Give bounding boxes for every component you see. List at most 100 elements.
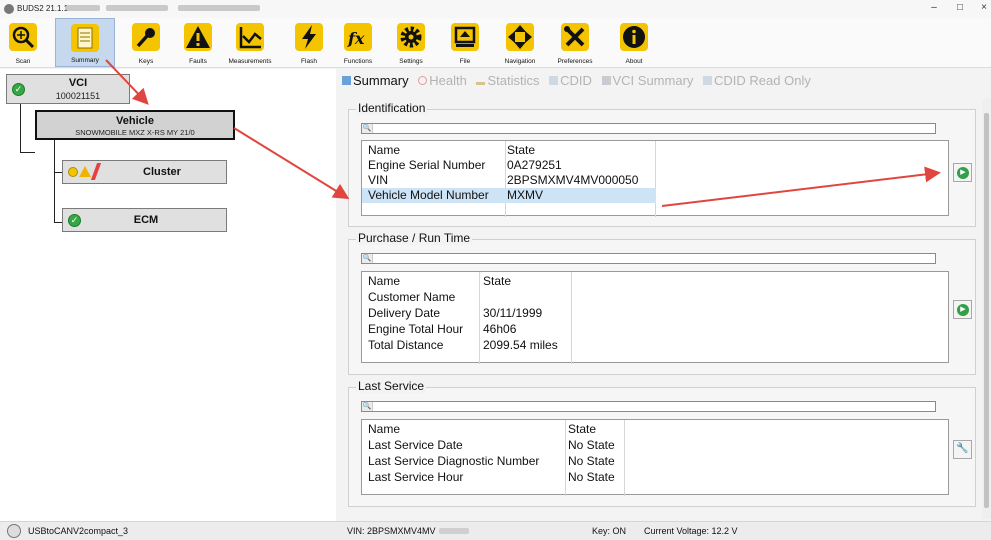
section-title: Identification bbox=[356, 101, 428, 115]
ok-status-icon: ✓ bbox=[12, 83, 25, 96]
title-bar: BUDS2 21.1.1 – □ × bbox=[0, 0, 991, 18]
last-service-section: Last Service 🔍 Name State Last Service D… bbox=[348, 379, 976, 507]
table-row[interactable]: Last Service Date No State bbox=[362, 438, 948, 453]
gear-icon bbox=[396, 22, 426, 52]
toolbar-scan-button[interactable]: Scan bbox=[6, 18, 40, 67]
navigation-icon bbox=[505, 22, 535, 52]
toolbar-navigation-button[interactable]: Navigation bbox=[498, 18, 542, 67]
tree-connector bbox=[20, 152, 35, 153]
tab-summary[interactable]: Summary bbox=[342, 73, 409, 88]
table-row[interactable]: Last Service Diagnostic Number No State bbox=[362, 454, 948, 469]
tree-connector bbox=[54, 172, 62, 173]
toolbar: Scan Summary Keys Faults Measurements Fl… bbox=[0, 18, 991, 68]
toolbar-preferences-button[interactable]: Preferences bbox=[551, 18, 599, 67]
identification-go-button[interactable]: ▶ bbox=[953, 163, 972, 182]
tab-health[interactable]: Health bbox=[418, 73, 467, 88]
identification-grid: Name State Engine Serial Number 0A279251… bbox=[361, 140, 949, 217]
summary-icon bbox=[70, 23, 100, 53]
status-bar: USBtoCANV2compact_3 VIN: 2BPSMXMV4MV Key… bbox=[0, 521, 991, 540]
minimize-button[interactable]: – bbox=[926, 2, 942, 13]
tab-cdid[interactable]: CDID bbox=[549, 73, 592, 88]
vertical-scrollbar[interactable] bbox=[982, 99, 991, 519]
toolbar-about-button[interactable]: About bbox=[617, 18, 651, 67]
warning-icon bbox=[183, 22, 213, 52]
table-row[interactable]: Delivery Date 30/11/1999 bbox=[362, 306, 948, 321]
window-title: BUDS2 21.1.1 bbox=[17, 4, 69, 13]
app-icon bbox=[4, 4, 14, 14]
vin-status: VIN: 2BPSMXMV4MV bbox=[347, 526, 436, 536]
toolbar-measurements-button[interactable]: Measurements bbox=[226, 18, 274, 67]
key-icon bbox=[131, 22, 161, 52]
flash-status-icon bbox=[90, 163, 102, 180]
search-icon: 🔍 bbox=[362, 124, 373, 133]
voltage-status: Current Voltage: 12.2 V bbox=[644, 526, 738, 536]
table-row[interactable]: Total Distance 2099.54 miles bbox=[362, 338, 948, 353]
scan-icon bbox=[8, 22, 38, 52]
ok-status-icon: ✓ bbox=[68, 214, 81, 227]
table-row[interactable]: Engine Serial Number 0A279251 bbox=[362, 158, 948, 173]
summary-panel: Summary Health Statistics CDID VCI Summa… bbox=[338, 69, 991, 521]
toolbar-summary-button[interactable]: Summary bbox=[55, 18, 115, 67]
go-icon: ▶ bbox=[957, 304, 969, 316]
cdid-tab-icon bbox=[549, 76, 559, 85]
toolbar-settings-button[interactable]: Settings bbox=[394, 18, 428, 67]
redacted-text bbox=[66, 5, 100, 11]
go-icon: ▶ bbox=[957, 167, 969, 179]
redacted-text bbox=[106, 5, 168, 11]
tree-node-vehicle[interactable]: Vehicle SNOWMOBILE MXZ X-RS MY 21/0 bbox=[35, 110, 235, 140]
last-service-tool-button[interactable]: 🔧 bbox=[953, 440, 972, 459]
scrollbar-thumb[interactable] bbox=[984, 113, 989, 508]
adapter-icon bbox=[7, 524, 21, 538]
section-title: Purchase / Run Time bbox=[356, 231, 473, 245]
table-row-selected[interactable]: Vehicle Model Number MXMV bbox=[362, 188, 656, 203]
toolbar-faults-button[interactable]: Faults bbox=[181, 18, 215, 67]
tree-node-vci[interactable]: ✓ VCI 100021151 bbox=[6, 74, 130, 104]
toolbar-file-button[interactable]: File bbox=[448, 18, 482, 67]
tools-icon bbox=[560, 22, 590, 52]
statistics-tab-icon bbox=[476, 76, 486, 85]
grid-header-row: Name State bbox=[368, 143, 536, 157]
tree-node-cluster[interactable]: Cluster bbox=[62, 160, 227, 184]
summary-tab-icon bbox=[342, 76, 351, 85]
search-icon: 🔍 bbox=[362, 402, 373, 411]
last-service-filter-input[interactable]: 🔍 bbox=[361, 401, 936, 412]
table-row[interactable]: Engine Total Hour 46h06 bbox=[362, 322, 948, 337]
tab-vci-summary[interactable]: VCI Summary bbox=[601, 73, 693, 88]
tree-connector bbox=[20, 103, 21, 152]
tab-cdid-read-only[interactable]: CDID Read Only bbox=[703, 73, 811, 88]
graph-icon bbox=[235, 22, 265, 52]
health-tab-icon bbox=[418, 76, 428, 85]
table-row[interactable]: Customer Name bbox=[362, 290, 948, 305]
table-row[interactable]: Last Service Hour No State bbox=[362, 470, 948, 485]
purchase-go-button[interactable]: ▶ bbox=[953, 300, 972, 319]
purchase-grid: Name State Customer Name Delivery Date 3… bbox=[361, 271, 949, 364]
redacted-text bbox=[439, 528, 469, 534]
maximize-button[interactable]: □ bbox=[952, 2, 968, 13]
table-row[interactable]: VIN 2BPSMXMV4MV000050 bbox=[362, 173, 948, 188]
search-icon: 🔍 bbox=[362, 254, 373, 263]
tree-node-ecm[interactable]: ✓ ECM bbox=[62, 208, 227, 232]
section-title: Last Service bbox=[356, 379, 427, 393]
adapter-name: USBtoCANV2compact_3 bbox=[28, 526, 129, 536]
info-icon bbox=[619, 22, 649, 52]
purchase-filter-input[interactable]: 🔍 bbox=[361, 253, 936, 264]
identification-filter-input[interactable]: 🔍 bbox=[361, 123, 936, 134]
toolbar-functions-button[interactable]: fx Functions bbox=[341, 18, 375, 67]
tree-connector bbox=[54, 222, 62, 223]
redacted-text bbox=[178, 5, 260, 11]
fault-triangle-icon bbox=[79, 166, 91, 177]
fx-icon: fx bbox=[343, 22, 373, 52]
warning-status-icon bbox=[68, 167, 78, 177]
last-service-grid: Name State Last Service Date No State La… bbox=[361, 419, 949, 496]
identification-section: Identification 🔍 Name State Engine Seria… bbox=[348, 101, 976, 227]
toolbar-flash-button[interactable]: Flash bbox=[292, 18, 326, 67]
tab-statistics[interactable]: Statistics bbox=[476, 73, 539, 88]
toolbar-keys-button[interactable]: Keys bbox=[129, 18, 163, 67]
cdid-read-only-tab-icon bbox=[703, 76, 713, 85]
wrench-icon: 🔧 bbox=[956, 443, 969, 454]
purchase-run-time-section: Purchase / Run Time 🔍 Name State Custome… bbox=[348, 231, 976, 375]
close-button[interactable]: × bbox=[976, 2, 991, 13]
file-icon bbox=[450, 22, 480, 52]
grid-header-row: Name State bbox=[368, 422, 597, 436]
module-tree: ✓ VCI 100021151 Vehicle SNOWMOBILE MXZ X… bbox=[0, 69, 336, 521]
